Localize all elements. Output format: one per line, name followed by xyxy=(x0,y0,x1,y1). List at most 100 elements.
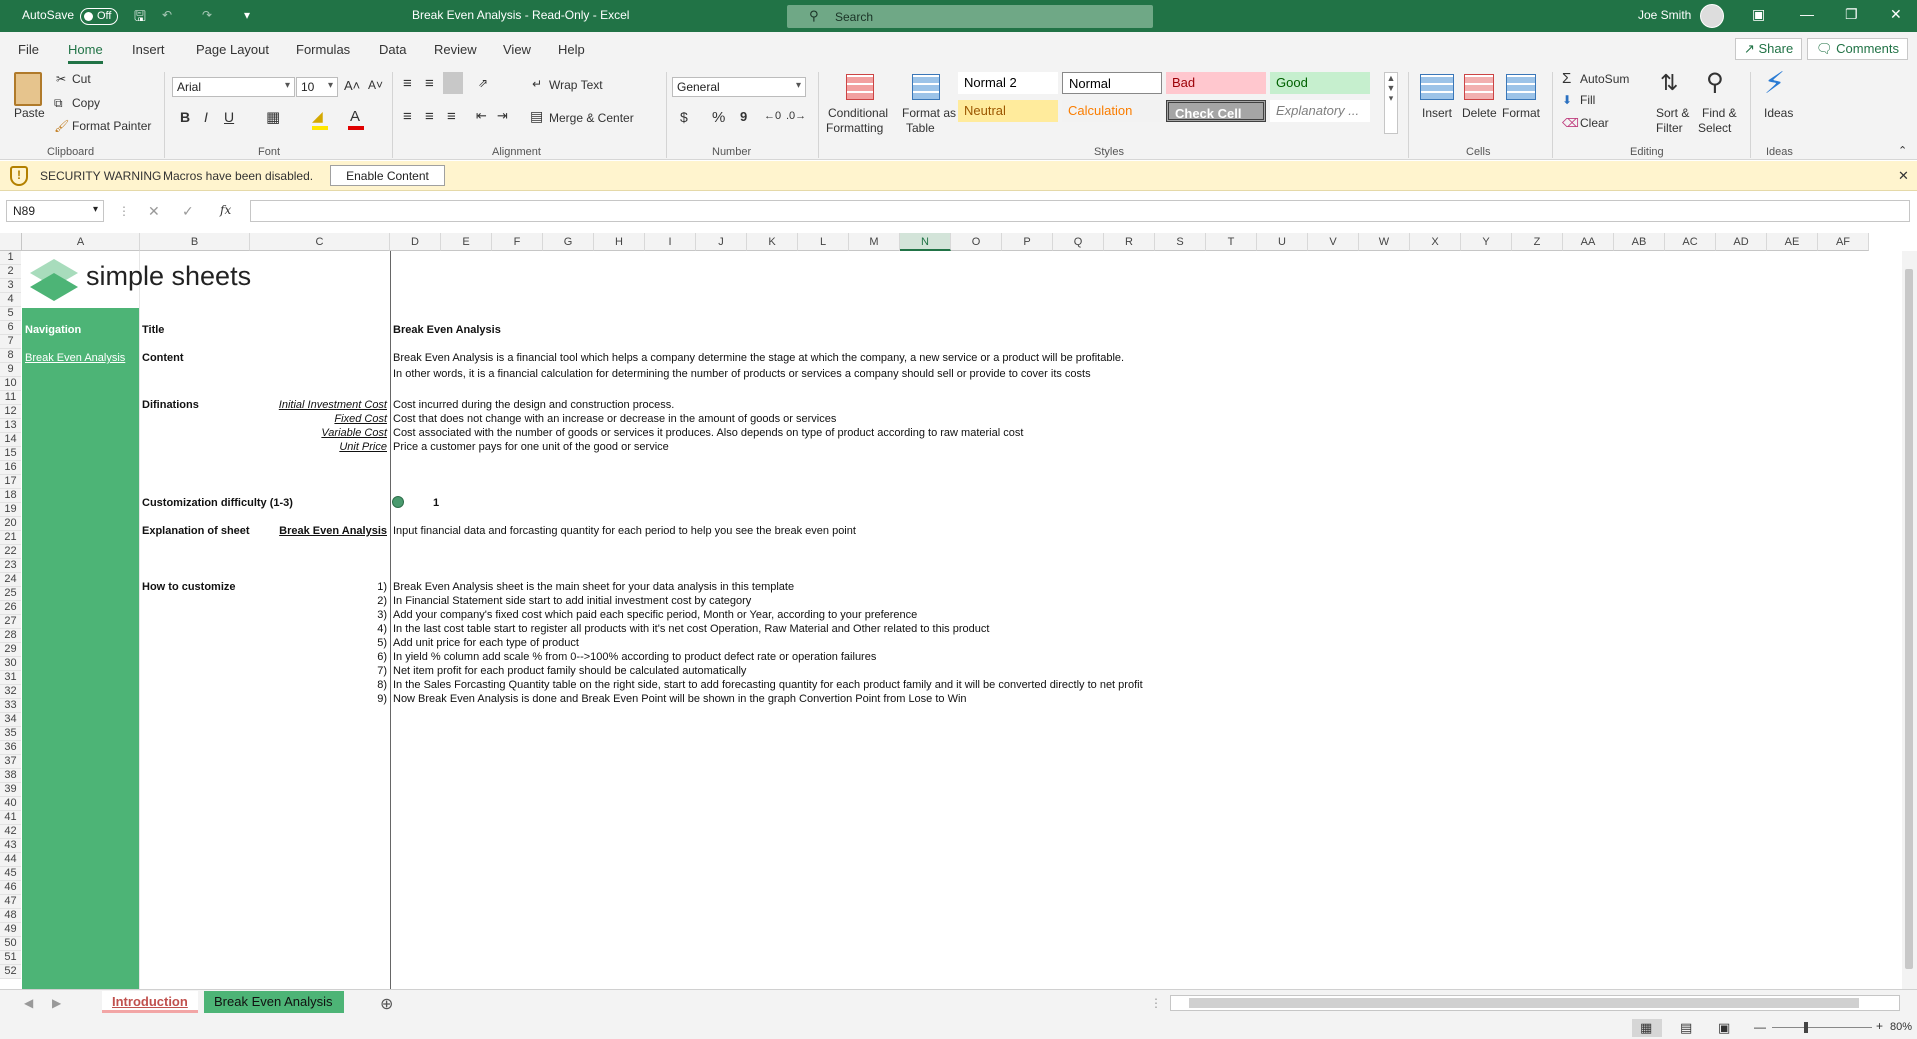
row-header[interactable]: 41 xyxy=(0,811,21,825)
increase-font-icon[interactable]: A˄ xyxy=(344,78,360,93)
paste-button[interactable]: Paste xyxy=(14,106,45,120)
column-header[interactable]: M xyxy=(849,233,900,251)
column-header[interactable]: T xyxy=(1206,233,1257,251)
row-header[interactable]: 23 xyxy=(0,559,21,573)
clear-button[interactable]: Clear xyxy=(1580,116,1609,130)
row-header[interactable]: 3 xyxy=(0,279,21,293)
row-header[interactable]: 45 xyxy=(0,867,21,881)
column-header[interactable]: X xyxy=(1410,233,1461,251)
ideas-icon[interactable]: ⚡ xyxy=(1764,66,1785,101)
row-header[interactable]: 11 xyxy=(0,391,21,405)
format-cells-icon[interactable] xyxy=(1506,74,1536,100)
zoom-in-icon[interactable]: + xyxy=(1876,1019,1883,1033)
row-header[interactable]: 30 xyxy=(0,657,21,671)
find-select-line1[interactable]: Find & xyxy=(1702,106,1737,120)
clear-icon[interactable]: ⌫ xyxy=(1562,116,1579,130)
row-header[interactable]: 27 xyxy=(0,615,21,629)
column-header[interactable]: S xyxy=(1155,233,1206,251)
avatar[interactable] xyxy=(1700,4,1724,28)
ideas-button[interactable]: Ideas xyxy=(1764,106,1793,120)
copy-icon[interactable]: ⧉ xyxy=(54,96,63,111)
column-header[interactable]: AC xyxy=(1665,233,1716,251)
autosum-icon[interactable]: Σ xyxy=(1562,70,1571,87)
row-header[interactable]: 48 xyxy=(0,909,21,923)
insert-cells-button[interactable]: Insert xyxy=(1422,106,1452,120)
row-header[interactable]: 19 xyxy=(0,503,21,517)
cell-style-option[interactable]: Check Cell xyxy=(1166,100,1266,122)
currency-button[interactable]: $ xyxy=(680,109,688,125)
cell-style-option[interactable]: Calculation xyxy=(1062,100,1162,122)
font-color-icon[interactable]: A xyxy=(350,108,360,125)
row-header[interactable]: 35 xyxy=(0,727,21,741)
tab-page-layout[interactable]: Page Layout xyxy=(196,42,269,57)
column-header[interactable]: D xyxy=(390,233,441,251)
cell-style-option[interactable]: Good xyxy=(1270,72,1370,94)
row-header[interactable]: 39 xyxy=(0,783,21,797)
column-header[interactable]: N xyxy=(900,233,951,251)
delete-cells-icon[interactable] xyxy=(1464,74,1494,100)
cell-style-option[interactable]: Normal xyxy=(1062,72,1162,94)
save-icon[interactable]: 🖫 xyxy=(134,6,146,30)
orientation-icon[interactable]: ⇗ xyxy=(478,76,488,90)
tab-help[interactable]: Help xyxy=(558,42,585,57)
insert-function-icon[interactable]: fx xyxy=(220,203,231,217)
row-header[interactable]: 18 xyxy=(0,489,21,503)
copy-button[interactable]: Copy xyxy=(72,96,100,110)
column-header[interactable]: AA xyxy=(1563,233,1614,251)
redo-icon[interactable]: ↷ xyxy=(202,8,212,22)
column-header[interactable]: U xyxy=(1257,233,1308,251)
tab-data[interactable]: Data xyxy=(379,42,406,57)
minimize-icon[interactable]: — xyxy=(1800,6,1814,22)
row-header[interactable]: 21 xyxy=(0,531,21,545)
font-name-select[interactable]: Arial ▾ xyxy=(172,77,295,97)
row-header[interactable]: 10 xyxy=(0,377,21,391)
align-top-icon[interactable]: ≡ xyxy=(403,75,412,92)
row-header[interactable]: 38 xyxy=(0,769,21,783)
restore-icon[interactable]: ❐ xyxy=(1845,6,1858,23)
page-break-view-icon[interactable]: ▣ xyxy=(1718,1020,1730,1036)
font-size-select[interactable]: 10 ▾ xyxy=(296,77,338,97)
percent-button[interactable]: % xyxy=(712,109,725,126)
decrease-decimal-icon[interactable]: .0→ xyxy=(786,110,806,122)
column-header[interactable]: Y xyxy=(1461,233,1512,251)
row-header[interactable]: 52 xyxy=(0,965,21,979)
comma-style-button[interactable]: 9 xyxy=(740,109,747,124)
column-header[interactable]: AF xyxy=(1818,233,1869,251)
insert-cells-icon[interactable] xyxy=(1420,74,1454,100)
explanation-sheet-link[interactable]: Break Even Analysis xyxy=(279,525,387,537)
format-as-table-line2[interactable]: Table xyxy=(906,121,935,135)
column-header[interactable]: AD xyxy=(1716,233,1767,251)
format-painter-icon[interactable]: 🖌 xyxy=(54,119,69,133)
nav-link-break-even[interactable]: Break Even Analysis xyxy=(25,352,125,364)
underline-button[interactable]: U xyxy=(224,109,234,125)
row-header[interactable]: 17 xyxy=(0,475,21,489)
split-handle-icon[interactable]: ⋮ xyxy=(1150,996,1162,1010)
italic-button[interactable]: I xyxy=(204,109,208,125)
sheet-tab-break-even[interactable]: Break Even Analysis xyxy=(204,991,344,1013)
find-select-line2[interactable]: Select xyxy=(1698,121,1731,135)
row-header[interactable]: 20 xyxy=(0,517,21,531)
column-header[interactable]: L xyxy=(798,233,849,251)
column-header[interactable]: P xyxy=(1002,233,1053,251)
zoom-slider[interactable] xyxy=(1772,1027,1872,1028)
name-box[interactable]: N89 ▾ xyxy=(6,200,104,222)
row-header[interactable]: 50 xyxy=(0,937,21,951)
ribbon-display-icon[interactable]: ▣ xyxy=(1752,6,1765,23)
merge-icon[interactable]: ▤ xyxy=(530,108,543,125)
row-header[interactable]: 42 xyxy=(0,825,21,839)
row-header[interactable]: 13 xyxy=(0,419,21,433)
cell-style-option[interactable]: Normal 2 xyxy=(958,72,1058,94)
row-header[interactable]: 44 xyxy=(0,853,21,867)
row-header[interactable]: 9 xyxy=(0,363,21,377)
column-header[interactable]: AE xyxy=(1767,233,1818,251)
tab-file[interactable]: File xyxy=(18,42,39,57)
column-header[interactable]: H xyxy=(594,233,645,251)
row-header[interactable]: 28 xyxy=(0,629,21,643)
row-header[interactable]: 12 xyxy=(0,405,21,419)
cut-icon[interactable]: ✂ xyxy=(56,72,66,86)
tab-view[interactable]: View xyxy=(503,42,531,57)
row-header[interactable]: 22 xyxy=(0,545,21,559)
paste-icon[interactable] xyxy=(14,72,42,106)
increase-decimal-icon[interactable]: ←0 xyxy=(764,110,781,122)
column-header[interactable]: V xyxy=(1308,233,1359,251)
